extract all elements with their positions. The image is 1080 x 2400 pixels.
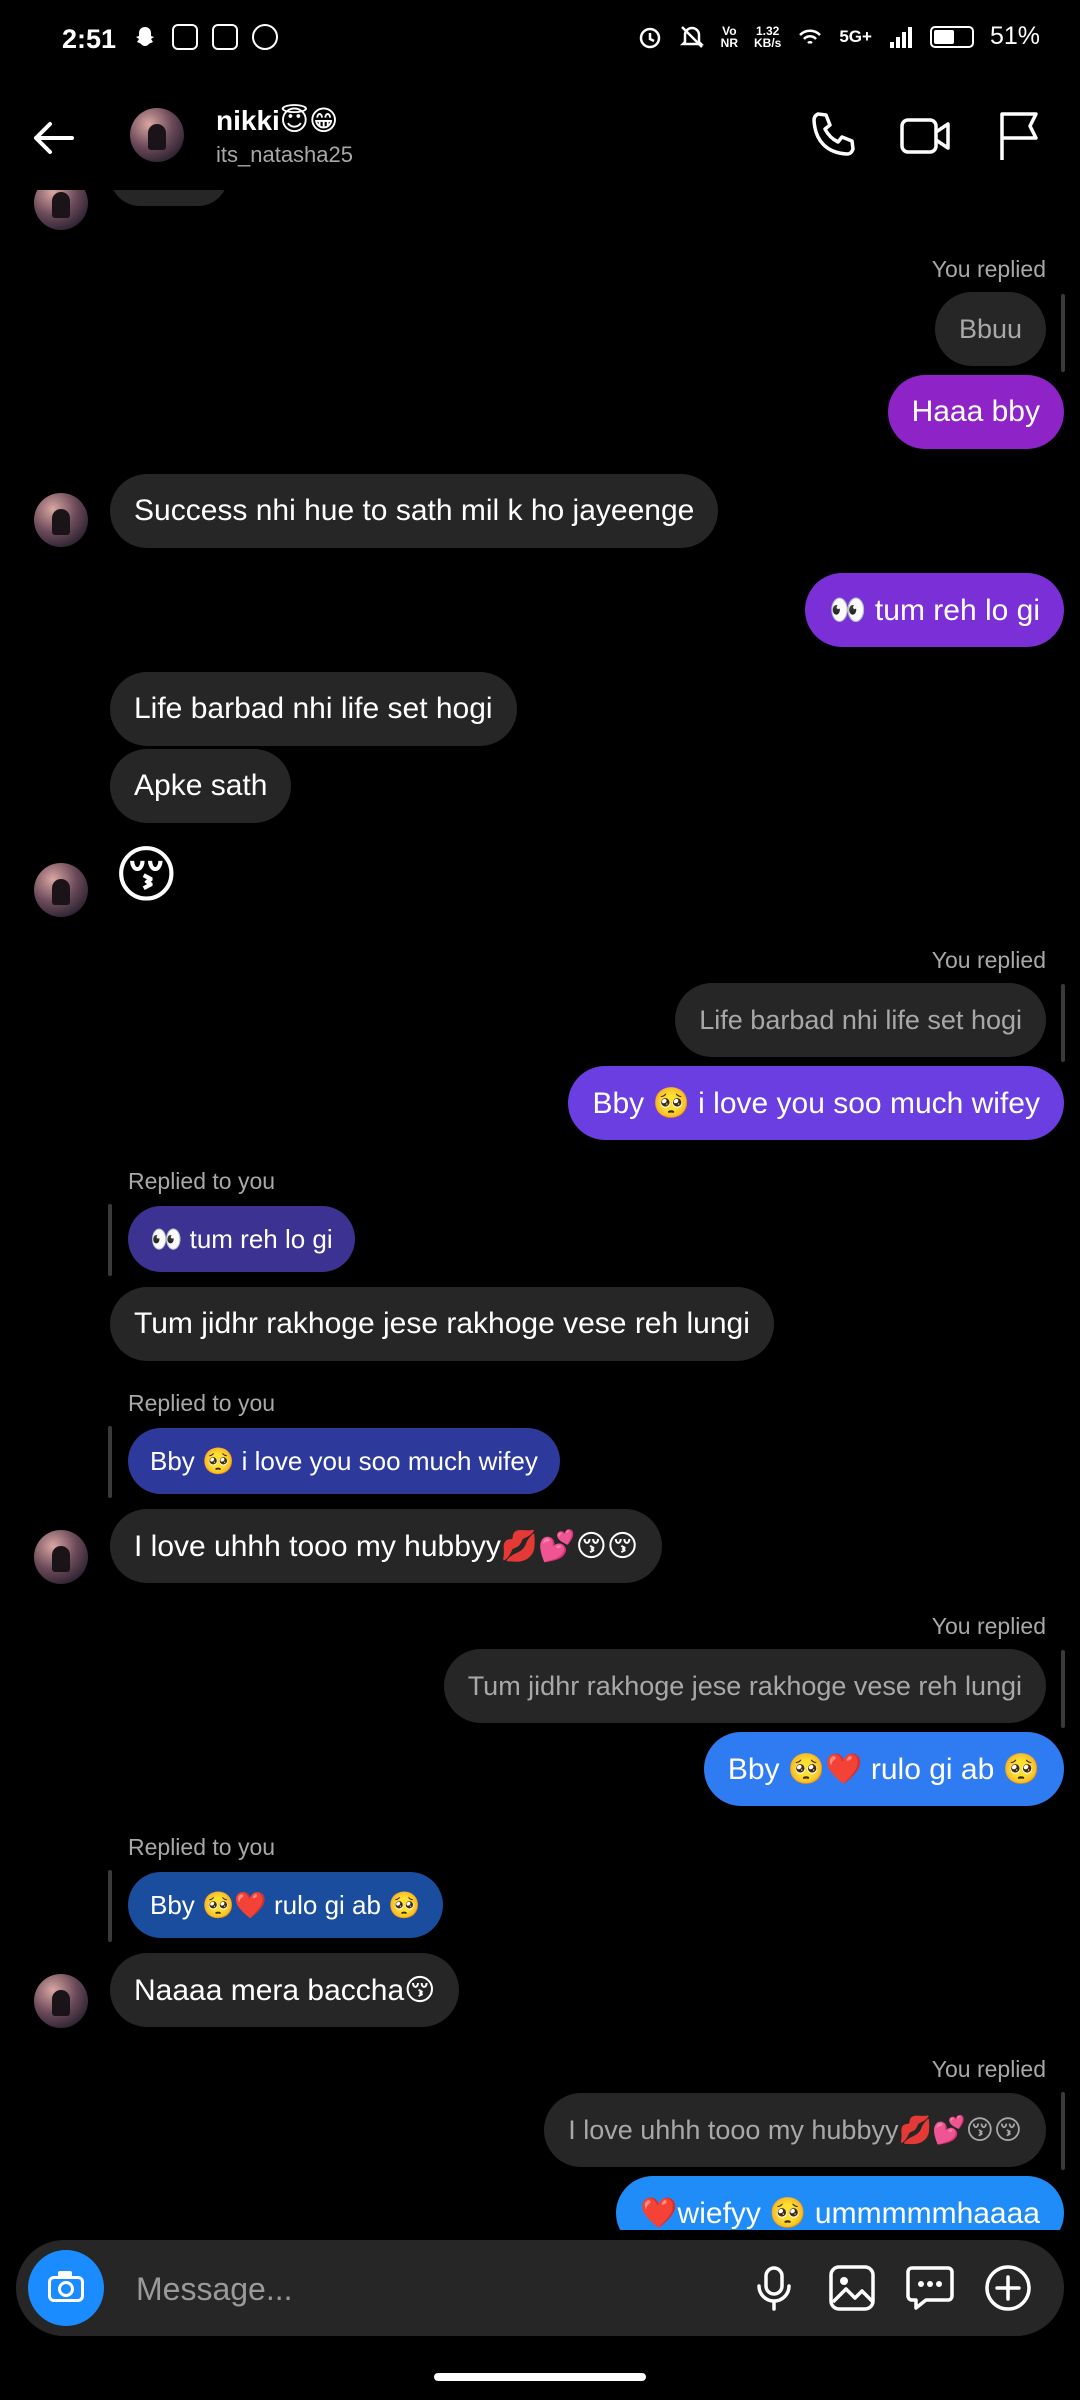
received-message[interactable]: Apke sath [110,749,292,823]
network-type: 5G+ [839,26,872,46]
received-message[interactable]: Life barbad nhi life set hogi [110,672,517,746]
volte-text: Vo NR [720,23,738,50]
quoted-message[interactable]: 👀 tum reh lo gi [128,1206,355,1272]
quoted-message[interactable]: Bby 🥺 i love you soo much wifey [128,1428,560,1494]
avatar[interactable] [130,108,184,162]
received-message[interactable]: I love uhhh tooo my hubbyy💋💕😚😚 [110,1509,663,1583]
gallery-icon[interactable] [824,2260,880,2316]
replied-quote[interactable]: Life barbad nhi life set hogi [675,983,1046,1057]
replied-quote[interactable]: Tum jidhr rakhoge jese rakhoge vese reh … [443,1649,1046,1723]
network-speed: 1.32 KB/s [754,23,782,50]
emoji-message[interactable]: 😚 [114,838,179,911]
replied-quote[interactable]: Bbuu [934,292,1046,366]
sent-message[interactable]: ❤️wiefyy 🥺 ummmmmhaaaa [616,2176,1064,2230]
contact-username[interactable]: its_natasha25 [216,142,353,168]
back-arrow-icon[interactable] [26,108,86,168]
status-time: 2:51 [62,24,117,54]
chat-header: nikki😇😁 its_natasha25 [0,80,1080,190]
reply-label: You replied [931,947,1046,973]
reply-bar [1061,294,1065,372]
mute-icon [679,25,704,48]
plus-circle-icon[interactable] [980,2260,1036,2316]
avatar[interactable] [34,493,88,547]
quoted-message[interactable]: Bby 🥺❤️ rulo gi ab 🥺 [128,1872,443,1938]
reply-label: Replied to you [128,1834,276,1860]
reply-label: You replied [931,2056,1046,2082]
reply-label: You replied [931,1613,1046,1639]
status-bar: 2:51 Vo NR 1.32 KB/s 5G+ 51% [0,0,1080,80]
reply-bar [108,1426,112,1498]
reply-label: Replied to you [128,1390,276,1416]
message-input[interactable] [134,2258,738,2320]
microphone-icon[interactable] [746,2260,802,2316]
received-message[interactable]: Naaaa mera baccha😚 [110,1953,460,2027]
sent-message[interactable]: Haaa bby [887,375,1064,449]
hotspot-icon [252,24,278,50]
reply-bar [1061,1650,1065,1728]
replied-quote[interactable]: I love uhhh tooo my hubbyy💋💕😚😚 [544,2093,1046,2167]
reply-label: Replied to you [128,1168,276,1194]
battery-percent: 51% [989,22,1040,50]
snapchat-icon [136,27,154,46]
sent-message[interactable]: 👀 tum reh lo gi [805,573,1064,647]
flag-icon[interactable] [990,106,1050,166]
received-message[interactable]: Success nhi hue to sath mil k ho jayeeng… [110,474,719,548]
signal-icon [889,26,912,48]
battery-icon [929,25,974,48]
chat-bubble-icon[interactable] [902,2260,958,2316]
instagram-icon [212,24,238,50]
instagram-icon [172,24,198,50]
phone-call-icon[interactable] [802,106,862,166]
home-indicator[interactable] [434,2373,646,2381]
avatar[interactable] [34,1974,88,2028]
notification-icons [132,24,278,50]
reply-bar [108,1204,112,1276]
received-message[interactable]: Tum jidhr rakhoge jese rakhoge vese reh … [110,1287,774,1361]
camera-button[interactable] [28,2250,104,2326]
avatar[interactable] [34,863,88,917]
avatar[interactable] [34,1530,88,1584]
sent-message[interactable]: Bby 🥺❤️ rulo gi ab 🥺 [703,1732,1064,1806]
reply-bar [108,1870,112,1942]
reply-bar [1061,984,1065,1062]
wifi-icon [799,29,822,44]
video-call-icon[interactable] [896,106,956,166]
message-thread[interactable]: Bbuu You replied Bbuu Haaa bby Success n… [0,150,1080,2230]
message-composer [16,2240,1064,2336]
contact-name[interactable]: nikki😇😁 [216,104,338,137]
alarm-icon [639,27,660,48]
sent-message[interactable]: Bby 🥺 i love you soo much wifey [568,1066,1064,1140]
reply-bar [1061,2092,1065,2170]
reply-label: You replied [931,256,1046,282]
status-right: Vo NR 1.32 KB/s 5G+ 51% [637,22,1040,51]
